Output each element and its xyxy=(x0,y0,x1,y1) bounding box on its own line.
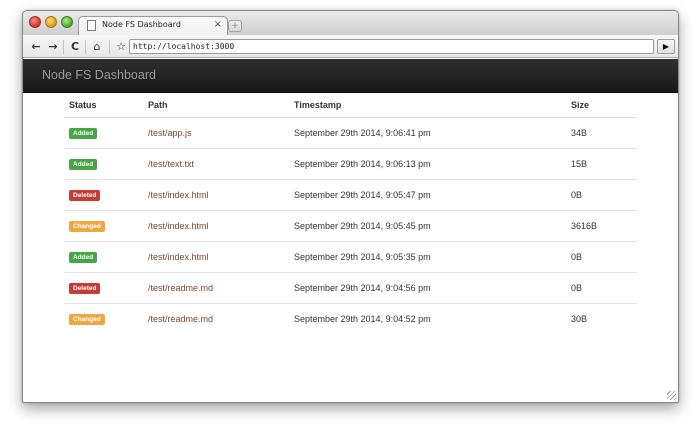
title-bar: Node FS Dashboard × + xyxy=(23,11,678,35)
brand-title[interactable]: Node FS Dashboard xyxy=(42,68,156,82)
home-button[interactable]: ⌂ xyxy=(89,40,105,54)
status-badge: Added xyxy=(69,127,98,139)
bookmark-star-icon[interactable]: ☆ xyxy=(113,40,129,54)
path-link[interactable]: /test/app.js xyxy=(148,128,192,138)
size-cell: 30B xyxy=(571,302,637,334)
page-menu-button[interactable]: ▶ xyxy=(657,39,675,54)
timestamp-cell: September 29th 2014, 9:05:47 pm xyxy=(294,178,571,210)
size-cell: 0B xyxy=(571,178,637,210)
table-row: Added /test/text.txt September 29th 2014… xyxy=(64,147,637,179)
table-row: Deleted /test/index.html September 29th … xyxy=(64,178,637,210)
status-badge: Added xyxy=(69,251,98,263)
minimize-window-button[interactable] xyxy=(45,16,57,28)
zoom-window-button[interactable] xyxy=(61,16,73,28)
status-badge: Changed xyxy=(69,220,105,232)
toolbar-divider xyxy=(63,40,64,54)
close-window-button[interactable] xyxy=(29,16,41,28)
path-link[interactable]: /test/index.html xyxy=(148,190,209,200)
status-badge: Deleted xyxy=(69,282,101,294)
browser-tab[interactable]: Node FS Dashboard × xyxy=(78,16,228,35)
main-content: Status Path Timestamp Size Added /test/a… xyxy=(64,94,637,334)
reload-button[interactable]: C xyxy=(67,40,83,54)
toolbar-divider xyxy=(85,40,86,54)
toolbar-divider xyxy=(109,40,110,54)
table-row: Deleted /test/readme.md September 29th 2… xyxy=(64,271,637,303)
forward-button[interactable]: → xyxy=(45,40,61,54)
status-badge: Changed xyxy=(69,313,105,325)
changes-table: Status Path Timestamp Size Added /test/a… xyxy=(64,94,637,334)
back-button[interactable]: ← xyxy=(28,40,44,54)
path-link[interactable]: /test/index.html xyxy=(148,252,209,262)
tab-title: Node FS Dashboard xyxy=(102,20,181,29)
timestamp-cell: September 29th 2014, 9:06:41 pm xyxy=(294,127,431,138)
table-row: Changed /test/index.html September 29th … xyxy=(64,209,637,241)
path-link[interactable]: /test/text.txt xyxy=(148,159,194,169)
app-navbar: Node FS Dashboard xyxy=(23,59,678,93)
timestamp-cell: September 29th 2014, 9:05:35 pm xyxy=(294,240,571,272)
size-cell: 15B xyxy=(571,147,637,179)
timestamp-cell: September 29th 2014, 9:04:56 pm xyxy=(294,271,571,303)
path-link[interactable]: /test/readme.md xyxy=(148,283,213,293)
resize-grip-icon[interactable] xyxy=(667,391,676,400)
table-row: Added /test/app.js September 29th 2014, … xyxy=(64,117,637,148)
browser-toolbar: ← → C ⌂ ☆ http://localhost:3000 ▶ xyxy=(23,35,678,58)
page-icon xyxy=(87,20,96,31)
header-size: Size xyxy=(571,94,637,118)
tab-close-icon[interactable]: × xyxy=(214,19,222,30)
browser-window: Node FS Dashboard × + ← → C ⌂ ☆ http://l… xyxy=(22,10,679,403)
size-cell: 34B xyxy=(571,127,588,138)
size-cell: 0B xyxy=(571,240,637,272)
new-tab-button[interactable]: + xyxy=(228,20,242,32)
status-badge: Added xyxy=(69,158,98,170)
header-status: Status xyxy=(64,94,148,118)
path-link[interactable]: /test/index.html xyxy=(148,221,209,231)
path-link[interactable]: /test/readme.md xyxy=(148,314,213,324)
size-cell: 3616B xyxy=(571,209,637,241)
status-badge: Deleted xyxy=(69,189,101,201)
timestamp-cell: September 29th 2014, 9:05:45 pm xyxy=(294,209,571,241)
table-row: Added /test/index.html September 29th 20… xyxy=(64,240,637,272)
table-row: Changed /test/readme.md September 29th 2… xyxy=(64,302,637,334)
timestamp-cell: September 29th 2014, 9:06:13 pm xyxy=(294,147,571,179)
header-timestamp: Timestamp xyxy=(294,94,571,118)
size-cell: 0B xyxy=(571,271,637,303)
table-header-row: Status Path Timestamp Size xyxy=(64,94,637,118)
header-path: Path xyxy=(148,94,294,118)
timestamp-cell: September 29th 2014, 9:04:52 pm xyxy=(294,302,571,334)
address-bar[interactable]: http://localhost:3000 xyxy=(129,39,654,54)
